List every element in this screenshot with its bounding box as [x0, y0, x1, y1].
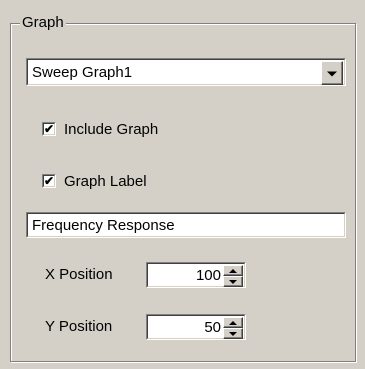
include-graph-row[interactable]: ✔ Include Graph — [42, 120, 158, 138]
graph-select-dropdown-button[interactable] — [321, 61, 343, 85]
graph-label-text-field[interactable]: Frequency Response — [26, 212, 346, 238]
y-position-value: 50 — [204, 319, 221, 336]
graph-label-row[interactable]: ✔ Graph Label — [42, 172, 147, 190]
check-icon: ✔ — [43, 174, 55, 188]
y-position-label: Y Position — [45, 318, 113, 335]
arrow-down-icon — [229, 279, 237, 284]
group-title: Graph — [20, 14, 66, 31]
y-position-decrement-button[interactable] — [223, 328, 243, 339]
check-icon: ✔ — [43, 122, 55, 136]
graph-select[interactable]: Sweep Graph1 — [26, 58, 346, 86]
include-graph-label: Include Graph — [64, 120, 159, 138]
include-graph-checkbox[interactable]: ✔ — [42, 122, 56, 136]
x-position-increment-button[interactable] — [223, 265, 243, 276]
arrow-up-icon — [229, 268, 237, 273]
y-position-increment-button[interactable] — [223, 317, 243, 328]
chevron-down-icon — [327, 71, 337, 77]
y-position-spinner[interactable]: 50 — [146, 314, 246, 340]
x-position-label: X Position — [45, 266, 113, 283]
graph-label-text-value: Frequency Response — [32, 217, 175, 234]
arrow-down-icon — [229, 331, 237, 336]
graph-select-value: Sweep Graph1 — [32, 64, 133, 81]
arrow-up-icon — [229, 320, 237, 325]
x-position-decrement-button[interactable] — [223, 276, 243, 287]
graph-label-checkbox[interactable]: ✔ — [42, 174, 56, 188]
x-position-spinner[interactable]: 100 — [146, 262, 246, 288]
x-position-value: 100 — [195, 267, 221, 284]
graph-label-label: Graph Label — [64, 172, 147, 190]
